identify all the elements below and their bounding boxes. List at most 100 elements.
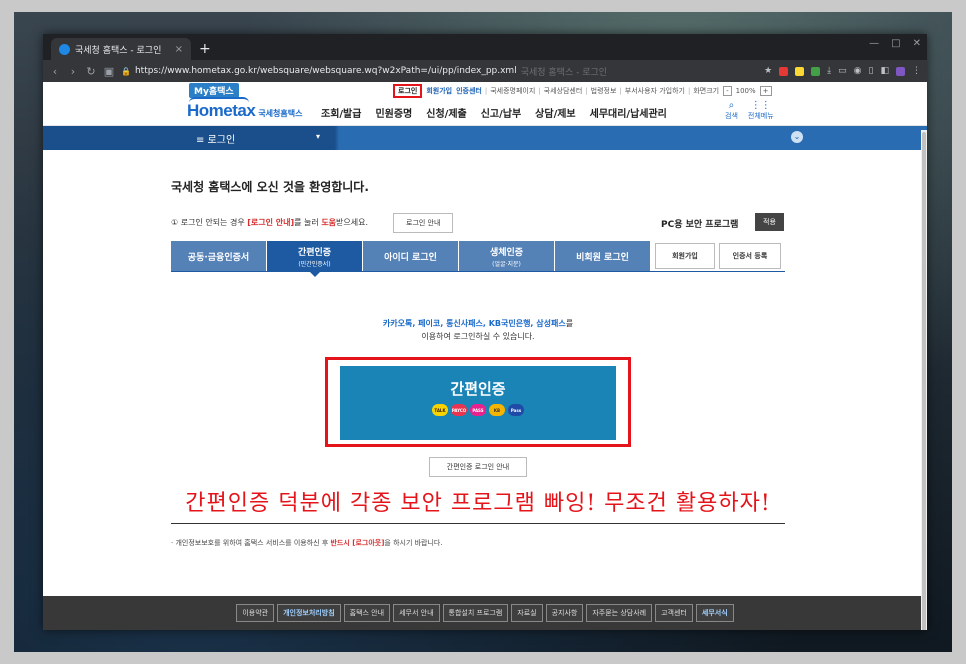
payco-icon: PAYCO [451,404,467,416]
logo-text: Hometax [187,101,256,120]
easy-auth-highlight: 간편인증 TALK PAYCO PASS KB Pass [325,357,631,447]
profile-avatar[interactable] [896,66,905,76]
scrollbar-thumb[interactable] [922,132,926,630]
reader-icon[interactable]: ▯ [869,66,874,76]
easy-auth-button[interactable]: 간편인증 TALK PAYCO PASS KB Pass [340,366,616,440]
url-page-title: 국세청 홈택스 - 로그인 [520,67,608,78]
tab-label: 공동·금융인증서 [187,252,250,263]
search-icon: ⌕ [728,100,735,111]
tab-close-icon[interactable]: × [175,44,183,55]
footer-link-tax-office[interactable]: 세무서 안내 [393,604,440,622]
footer-link-privacy[interactable]: 개인정보처리방침 [277,604,341,622]
login-content: 국세청 홈택스에 오신 것을 환영합니다. ① 로그인 안되는 경우 [로그인 … [171,168,785,548]
notice-mid: 를 눌러 [294,218,322,227]
pass-icon: PASS [470,404,486,416]
gnb-item-tax-agent[interactable]: 세무대리/납세관리 [590,105,667,120]
chevron-down-icon[interactable]: ⌄ [791,131,803,143]
tab-label: 간편인증 [297,247,332,258]
page-info-icon[interactable]: ▣ [103,65,115,78]
lnb-dropdown-icon[interactable]: ▾ [316,132,320,141]
util-link-counsel[interactable]: 국세상담센터 [542,86,585,96]
download-icon[interactable]: ⤓ [827,66,831,76]
footer-link-install[interactable]: 통합설치 프로그램 [442,604,509,622]
zoom-out-button[interactable]: - [723,86,732,96]
easy-auth-label: 간편인증 [450,380,506,398]
easy-auth-guide-button[interactable]: 간편인증 로그인 안내 [429,457,527,477]
util-cert-center-link[interactable]: 인증센터 [454,86,484,96]
minimize-icon[interactable]: — [869,38,879,49]
forward-icon[interactable]: › [67,65,79,78]
scrollbar[interactable] [921,130,927,630]
footer-link-tax-forms[interactable]: 세무서식 [695,604,734,622]
apply-security-button[interactable]: 적용 [755,213,784,231]
hometax-page: My홈택스 로그인 회원가입 인증센터 | 국세증명페이지 | 국세상담센터 |… [43,82,927,630]
footer-links: 이용약관 개인정보처리방침 홈택스 안내 세무서 안내 통합설치 프로그램 자료… [236,604,734,622]
cert-register-button[interactable]: 인증서 등록 [719,243,781,269]
url-field[interactable]: 🔒 https://www.hometax.go.kr/websquare/we… [121,65,758,78]
gnb-item-inquiry[interactable]: 조회/발급 [321,105,361,120]
tab-joint-cert[interactable]: 공동·금융인증서 [171,241,267,271]
browser-tab[interactable]: 국세청 홈택스 - 로그인 × [51,38,191,60]
gnb-item-apply[interactable]: 신청/제출 [426,105,466,120]
more-menu-icon[interactable]: ⋮ [912,66,921,76]
easy-auth-description: 카카오톡, 페이코, 통신사패스, KB국민은행, 삼성패스를 이용하여 로그인… [171,317,785,343]
new-tab-button[interactable]: + [199,38,211,60]
kakao-icon: TALK [432,404,448,416]
util-link-dept-user[interactable]: 부서사용자 가입하기 [623,86,687,96]
footer-link-hometax-guide[interactable]: 홈택스 안내 [343,604,391,622]
zoom-level: 100% [735,87,756,95]
lock-icon: 🔒 [121,66,131,76]
close-window-icon[interactable]: ✕ [913,38,921,49]
search-label: 검색 [725,112,738,120]
tab-id-login[interactable]: 아이디 로그인 [363,241,459,271]
sidebar-icon[interactable]: ◧ [880,66,889,76]
gnb-item-report-pay[interactable]: 신고/납부 [481,105,521,120]
privacy-prefix: · 개인정보보호를 위하여 홈택스 서비스를 이용하신 후 [171,539,331,547]
privacy-note: · 개인정보보호를 위하여 홈택스 서비스를 이용하신 후 반드시 [로그아웃]… [171,538,785,548]
footer-link-terms[interactable]: 이용약관 [236,604,275,622]
footer: 이용약관 개인정보처리방침 홈택스 안내 세무서 안내 통합설치 프로그램 자료… [43,596,927,630]
screenshot-icon[interactable]: ◉ [854,66,862,76]
window-controls: — □ ✕ [869,38,921,49]
footer-link-customer-center[interactable]: 고객센터 [655,604,693,622]
signup-button[interactable]: 회원가입 [655,243,715,269]
privacy-suffix: 을 하시기 바랍니다. [384,539,443,547]
bookmark-star-icon[interactable]: ★ [764,66,772,76]
provider-list: 카카오톡, 페이코, 통신사패스, KB국민은행, 삼성패스 [382,319,566,328]
tab-biometric[interactable]: 생체인증 (얼굴·지문) [459,241,555,271]
tab-easy-auth[interactable]: 간편인증 (민간인증서) [267,241,363,277]
tab-bar: 국세청 홈택스 - 로그인 × + — □ ✕ [43,34,927,60]
gnb-item-civil-proof[interactable]: 민원증명 [375,105,412,120]
maximize-icon[interactable]: □ [891,38,900,49]
login-notice: ① 로그인 안되는 경우 [로그인 안내]를 눌러 도움받으세요. [171,217,368,228]
notice-help: 도움 [321,218,337,227]
tab-non-member[interactable]: 비회원 로그인 [555,241,651,271]
cast-icon[interactable]: ▭ [838,66,847,76]
hometax-logo[interactable]: Hometax 국세청홈택스 [187,97,302,121]
grid-menu-icon: ⋮⋮ [750,100,771,111]
extension-green-icon[interactable] [811,66,821,76]
login-guide-button[interactable]: 로그인 안내 [393,213,454,233]
footer-link-archive[interactable]: 자료실 [511,604,543,622]
zoom-in-button[interactable]: + [759,86,772,96]
util-link-proof[interactable]: 국세증명페이지 [488,86,537,96]
util-signup-link[interactable]: 회원가입 [424,86,454,96]
gnb-item-counsel[interactable]: 상담/제보 [535,105,575,120]
reload-icon[interactable]: ↻ [85,65,97,78]
util-link-law[interactable]: 법령정보 [589,86,619,96]
back-icon[interactable]: ‹ [49,65,61,78]
extension-yellow-icon[interactable] [795,66,805,76]
provider-icons: TALK PAYCO PASS KB Pass [340,404,616,416]
logo-roof-icon [189,97,249,103]
search-button[interactable]: ⌕ 검색 [725,100,738,121]
footer-link-notice[interactable]: 공지사항 [545,604,584,622]
location-bar: ≡ 로그인 ▾ ⌄ [43,126,927,150]
all-menu-label: 전체메뉴 [747,112,774,120]
pc-security-label: PC용 보안 프로그램 [661,220,739,230]
footer-link-faq[interactable]: 자주묻는 상담사례 [586,604,653,622]
util-screen-size-label: 화면크기 [693,87,720,95]
all-menu-button[interactable]: ⋮⋮ 전체메뉴 [748,100,774,121]
tab-label: 생체인증 [489,247,524,258]
tab-label: 비회원 로그인 [576,252,629,263]
extension-red-icon[interactable] [779,66,789,76]
